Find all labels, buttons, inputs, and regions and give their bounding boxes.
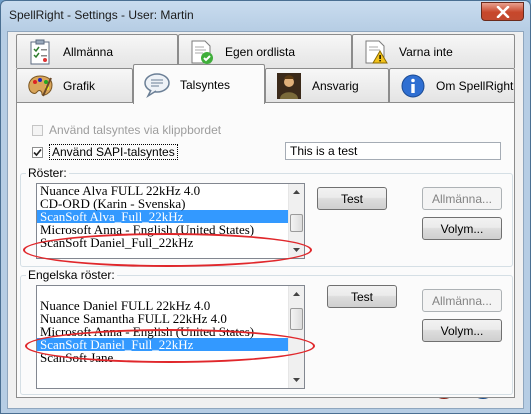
tab-label: Om SpellRight: [436, 78, 514, 93]
dialog-client: Allmänna Egen ordlista Varna inte Grafik: [7, 31, 524, 409]
scroll-thumb[interactable]: [290, 308, 303, 330]
tab-grafik[interactable]: Grafik: [16, 68, 133, 102]
tab-talsyntes[interactable]: Talsyntes: [133, 64, 265, 104]
english-general-button[interactable]: Allmänna...: [422, 289, 502, 312]
annotation-ellipse: [25, 329, 315, 363]
clipboard-tts-option[interactable]: Använd talsyntes via klippbordet: [32, 123, 221, 137]
clipboard-tts-checkbox[interactable]: [32, 124, 43, 136]
tab-label: Ansvarig: [312, 78, 359, 93]
person-portrait-icon: [274, 71, 304, 101]
title-bar: SpellRight - Settings - User: Martin: [1, 1, 530, 31]
checkmark-icon: [33, 148, 42, 156]
scroll-up-button[interactable]: [289, 286, 304, 302]
close-button[interactable]: [481, 2, 524, 21]
sapi-tts-option[interactable]: Använd SAPI-talsyntes: [32, 144, 178, 160]
voices-test-button[interactable]: Test: [317, 187, 387, 210]
close-icon: [496, 6, 510, 18]
sapi-tts-label: Använd SAPI-talsyntes: [49, 144, 178, 160]
chevron-down-icon: [293, 378, 300, 382]
scroll-down-button[interactable]: [289, 372, 304, 388]
tab-label: Allmänna: [63, 44, 114, 59]
chevron-up-icon: [293, 190, 300, 194]
voices-general-button[interactable]: Allmänna...: [422, 187, 502, 210]
tab-label: Varna inte: [399, 44, 453, 59]
voices-legend: Röster:: [26, 166, 69, 180]
chevron-up-icon: [293, 292, 300, 296]
speech-bubble-icon: [142, 70, 172, 100]
voices-volume-button[interactable]: Volym...: [422, 217, 502, 240]
tab-varna-inte[interactable]: Varna inte: [352, 34, 515, 68]
clipboard-checklist-icon: [25, 37, 55, 67]
info-icon: [398, 71, 428, 101]
tab-om-spellright[interactable]: Om SpellRight: [389, 68, 515, 102]
tab-label: Grafik: [63, 78, 96, 93]
annotation-ellipse: [23, 233, 312, 267]
document-warning-icon: [361, 37, 391, 67]
clipboard-tts-label: Använd talsyntes via klippbordet: [49, 123, 222, 137]
talsyntes-panel: Använd talsyntes via klippbordet Använd …: [16, 102, 515, 398]
paint-palette-icon: [25, 71, 55, 101]
window-title: SpellRight - Settings - User: Martin: [9, 8, 194, 22]
english-volume-button[interactable]: Volym...: [422, 319, 502, 342]
document-check-icon: [187, 37, 217, 67]
scroll-thumb[interactable]: [290, 214, 303, 232]
sapi-tts-checkbox[interactable]: [32, 146, 43, 158]
tab-egen-ordlista[interactable]: Egen ordlista: [178, 34, 352, 68]
english-test-button[interactable]: Test: [327, 285, 397, 308]
tab-label: Egen ordlista: [225, 44, 296, 59]
scroll-up-button[interactable]: [289, 184, 304, 200]
tab-allmanna[interactable]: Allmänna: [16, 34, 178, 68]
tab-label: Talsyntes: [180, 77, 231, 92]
settings-window: SpellRight - Settings - User: Martin All…: [0, 0, 531, 414]
test-text-input[interactable]: [285, 142, 501, 160]
tab-ansvarig[interactable]: Ansvarig: [265, 68, 389, 102]
english-voices-legend: Engelska röster:: [26, 268, 117, 282]
